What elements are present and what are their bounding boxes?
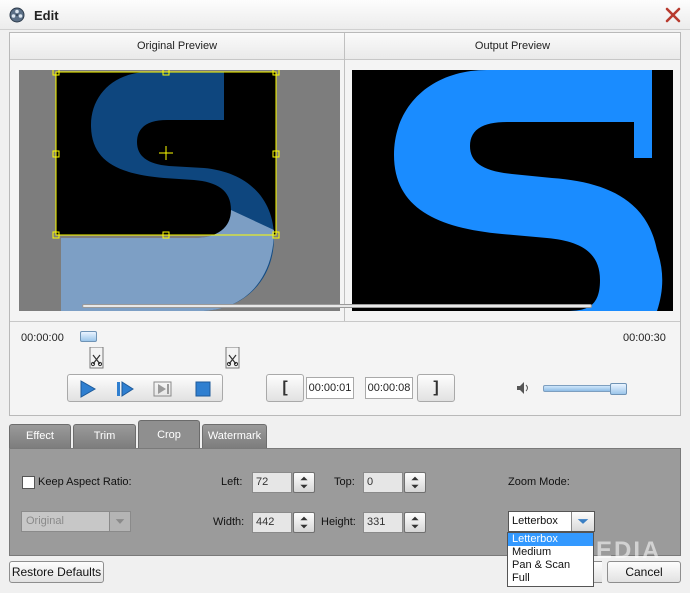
tab-trim[interactable]: Trim: [73, 424, 136, 448]
cancel-button[interactable]: Cancel: [607, 561, 681, 583]
zoom-mode-value: Letterbox: [512, 515, 558, 527]
set-start-button[interactable]: [: [266, 374, 304, 402]
zoom-mode-select[interactable]: Letterbox: [508, 511, 595, 532]
chevron-down-icon: [109, 512, 130, 531]
close-icon[interactable]: [664, 6, 682, 24]
top-input[interactable]: 0: [363, 472, 403, 493]
left-label: Left:: [221, 476, 243, 488]
play-icon[interactable]: [76, 379, 98, 399]
timeline-start-time: 00:00:00: [21, 332, 64, 344]
skip-to-end-icon[interactable]: [152, 379, 174, 399]
trim-end-time[interactable]: 00:00:08: [365, 377, 413, 399]
volume-icon[interactable]: [515, 380, 531, 396]
keep-aspect-ratio-checkbox[interactable]: [22, 476, 35, 489]
tab-effect[interactable]: Effect: [9, 424, 71, 448]
height-input[interactable]: 331: [363, 512, 403, 533]
zoom-option-letterbox[interactable]: Letterbox: [508, 533, 593, 546]
step-forward-icon[interactable]: [114, 379, 136, 399]
restore-defaults-button[interactable]: Restore Defaults: [9, 561, 104, 583]
volume-slider-thumb[interactable]: [610, 383, 627, 395]
left-spin-icon[interactable]: [293, 472, 315, 493]
aspect-ratio-select: Original: [21, 511, 131, 532]
timeline-slider-thumb[interactable]: [80, 331, 97, 342]
trim-start-time[interactable]: 00:00:01: [306, 377, 354, 399]
preview-divider: [344, 33, 345, 321]
timeline-slider[interactable]: [82, 304, 592, 308]
output-preview-header: Output Preview: [345, 33, 680, 60]
zoom-option-full[interactable]: Full: [508, 572, 593, 585]
left-input[interactable]: 72: [252, 472, 292, 493]
window-title: Edit: [34, 8, 59, 23]
width-spin-icon[interactable]: [293, 512, 315, 533]
output-preview-area: [352, 70, 673, 311]
playback-controls: [67, 374, 223, 402]
zoom-option-pan-scan[interactable]: Pan & Scan: [508, 559, 593, 572]
width-label: Width:: [213, 516, 245, 528]
keep-aspect-ratio-label: Keep Aspect Ratio:: [38, 476, 132, 488]
top-label: Top:: [334, 476, 355, 488]
top-spin-icon[interactable]: [404, 472, 426, 493]
preview-separator: [10, 321, 680, 322]
chevron-down-icon[interactable]: [571, 512, 594, 531]
height-spin-icon[interactable]: [404, 512, 426, 533]
stop-icon[interactable]: [192, 379, 214, 399]
original-preview-area[interactable]: [19, 70, 340, 311]
height-label: Height:: [321, 516, 356, 528]
width-input[interactable]: 442: [252, 512, 292, 533]
aspect-ratio-value: Original: [26, 515, 64, 527]
zoom-mode-label: Zoom Mode:: [508, 476, 570, 488]
original-preview-header: Original Preview: [10, 33, 344, 60]
trim-start-marker-icon[interactable]: [89, 347, 104, 369]
tab-crop[interactable]: Crop: [138, 420, 200, 449]
preview-panel: Original Preview Output Preview: [9, 32, 681, 416]
timeline-end-time: 00:00:30: [623, 332, 666, 344]
zoom-option-medium[interactable]: Medium: [508, 546, 593, 559]
title-bar: Edit: [0, 0, 690, 30]
set-end-button[interactable]: ]: [417, 374, 455, 402]
tab-watermark[interactable]: Watermark: [202, 424, 267, 448]
film-reel-icon: [9, 7, 25, 23]
zoom-mode-dropdown: Letterbox Medium Pan & Scan Full: [507, 532, 594, 587]
trim-end-marker-icon[interactable]: [225, 347, 240, 369]
